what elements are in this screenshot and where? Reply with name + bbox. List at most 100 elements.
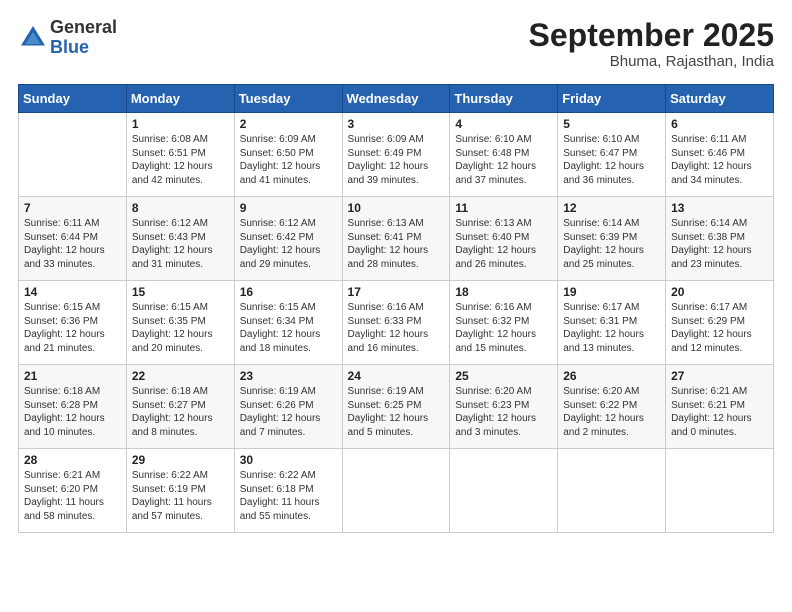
day-number: 20 <box>671 285 768 299</box>
calendar-cell: 24 Sunrise: 6:19 AM Sunset: 6:25 PM Dayli… <box>342 365 450 449</box>
calendar-cell: 10 Sunrise: 6:13 AM Sunset: 6:41 PM Dayli… <box>342 197 450 281</box>
calendar-title: September 2025 <box>529 18 774 53</box>
day-number: 8 <box>132 201 229 215</box>
calendar-cell <box>450 449 558 533</box>
calendar-cell <box>666 449 774 533</box>
day-number: 17 <box>348 285 445 299</box>
day-info: Sunrise: 6:19 AM Sunset: 6:25 PM Dayligh… <box>348 385 445 439</box>
week-row-5: 28 Sunrise: 6:21 AM Sunset: 6:20 PM Dayli… <box>19 449 774 533</box>
logo-text: General Blue <box>50 18 117 58</box>
calendar-cell: 17 Sunrise: 6:16 AM Sunset: 6:33 PM Dayli… <box>342 281 450 365</box>
day-number: 19 <box>563 285 660 299</box>
calendar-cell: 1 Sunrise: 6:08 AM Sunset: 6:51 PM Daylig… <box>126 113 234 197</box>
day-number: 11 <box>455 201 552 215</box>
calendar-cell: 25Sunrise: 6:20 AM Sunset: 6:23 PM Dayli… <box>450 365 558 449</box>
day-number: 18 <box>455 285 552 299</box>
calendar-cell: 14Sunrise: 6:15 AM Sunset: 6:36 PM Dayli… <box>19 281 127 365</box>
calendar-cell: 3Sunrise: 6:09 AM Sunset: 6:49 PM Daylig… <box>342 113 450 197</box>
calendar-cell: 28 Sunrise: 6:21 AM Sunset: 6:20 PM Dayli… <box>19 449 127 533</box>
day-number: 5 <box>563 117 660 131</box>
header-day-wednesday: Wednesday <box>342 85 450 113</box>
header-day-saturday: Saturday <box>666 85 774 113</box>
calendar-cell: 11 Sunrise: 6:13 AM Sunset: 6:40 PM Dayli… <box>450 197 558 281</box>
header-row: SundayMondayTuesdayWednesdayThursdayFrid… <box>19 85 774 113</box>
calendar-cell: 6 Sunrise: 6:11 AM Sunset: 6:46 PM Daylig… <box>666 113 774 197</box>
day-number: 15 <box>132 285 229 299</box>
day-info: Sunrise: 6:09 AM Sunset: 6:49 PM Dayligh… <box>348 133 445 187</box>
calendar-cell: 8 Sunrise: 6:12 AM Sunset: 6:43 PM Daylig… <box>126 197 234 281</box>
calendar-cell: 27 Sunrise: 6:21 AM Sunset: 6:21 PM Dayli… <box>666 365 774 449</box>
day-info: Sunrise: 6:12 AM Sunset: 6:43 PM Dayligh… <box>132 217 229 271</box>
calendar-cell: 4 Sunrise: 6:10 AM Sunset: 6:48 PM Daylig… <box>450 113 558 197</box>
day-info: Sunrise: 6:12 AM Sunset: 6:42 PM Dayligh… <box>240 217 337 271</box>
header-day-tuesday: Tuesday <box>234 85 342 113</box>
calendar-cell <box>19 113 127 197</box>
day-number: 4 <box>455 117 552 131</box>
week-row-1: 1 Sunrise: 6:08 AM Sunset: 6:51 PM Daylig… <box>19 113 774 197</box>
day-info: Sunrise: 6:13 AM Sunset: 6:40 PM Dayligh… <box>455 217 552 271</box>
logo: General Blue <box>18 18 117 58</box>
title-block: September 2025 Bhuma, Rajasthan, India <box>529 18 774 70</box>
calendar-header: SundayMondayTuesdayWednesdayThursdayFrid… <box>19 85 774 113</box>
day-info: Sunrise: 6:13 AM Sunset: 6:41 PM Dayligh… <box>348 217 445 271</box>
week-row-4: 21 Sunrise: 6:18 AM Sunset: 6:28 PM Dayli… <box>19 365 774 449</box>
calendar-cell: 29 Sunrise: 6:22 AM Sunset: 6:19 PM Dayli… <box>126 449 234 533</box>
day-info: Sunrise: 6:22 AM Sunset: 6:18 PM Dayligh… <box>240 469 337 523</box>
header: General Blue September 2025 Bhuma, Rajas… <box>18 18 774 70</box>
day-number: 29 <box>132 453 229 467</box>
day-number: 1 <box>132 117 229 131</box>
header-day-friday: Friday <box>558 85 666 113</box>
day-info: Sunrise: 6:16 AM Sunset: 6:32 PM Dayligh… <box>455 301 552 355</box>
calendar-cell: 21 Sunrise: 6:18 AM Sunset: 6:28 PM Dayli… <box>19 365 127 449</box>
day-info: Sunrise: 6:15 AM Sunset: 6:35 PM Dayligh… <box>132 301 229 355</box>
calendar-cell: 26Sunrise: 6:20 AM Sunset: 6:22 PM Dayli… <box>558 365 666 449</box>
calendar-cell: 23Sunrise: 6:19 AM Sunset: 6:26 PM Dayli… <box>234 365 342 449</box>
calendar-cell: 12 Sunrise: 6:14 AM Sunset: 6:39 PM Dayli… <box>558 197 666 281</box>
day-number: 10 <box>348 201 445 215</box>
day-number: 27 <box>671 369 768 383</box>
day-number: 28 <box>24 453 121 467</box>
day-info: Sunrise: 6:14 AM Sunset: 6:38 PM Dayligh… <box>671 217 768 271</box>
day-info: Sunrise: 6:16 AM Sunset: 6:33 PM Dayligh… <box>348 301 445 355</box>
week-row-2: 7Sunrise: 6:11 AM Sunset: 6:44 PM Daylig… <box>19 197 774 281</box>
calendar-cell: 2Sunrise: 6:09 AM Sunset: 6:50 PM Daylig… <box>234 113 342 197</box>
day-number: 24 <box>348 369 445 383</box>
day-info: Sunrise: 6:20 AM Sunset: 6:22 PM Dayligh… <box>563 385 660 439</box>
day-info: Sunrise: 6:22 AM Sunset: 6:19 PM Dayligh… <box>132 469 229 523</box>
calendar-cell: 5 Sunrise: 6:10 AM Sunset: 6:47 PM Daylig… <box>558 113 666 197</box>
header-day-monday: Monday <box>126 85 234 113</box>
day-number: 16 <box>240 285 337 299</box>
day-number: 12 <box>563 201 660 215</box>
header-day-thursday: Thursday <box>450 85 558 113</box>
calendar-cell: 22Sunrise: 6:18 AM Sunset: 6:27 PM Dayli… <box>126 365 234 449</box>
day-info: Sunrise: 6:21 AM Sunset: 6:21 PM Dayligh… <box>671 385 768 439</box>
day-number: 13 <box>671 201 768 215</box>
day-number: 2 <box>240 117 337 131</box>
day-info: Sunrise: 6:15 AM Sunset: 6:36 PM Dayligh… <box>24 301 121 355</box>
day-number: 6 <box>671 117 768 131</box>
calendar-cell: 9Sunrise: 6:12 AM Sunset: 6:42 PM Daylig… <box>234 197 342 281</box>
day-info: Sunrise: 6:19 AM Sunset: 6:26 PM Dayligh… <box>240 385 337 439</box>
day-info: Sunrise: 6:20 AM Sunset: 6:23 PM Dayligh… <box>455 385 552 439</box>
calendar-cell: 19 Sunrise: 6:17 AM Sunset: 6:31 PM Dayli… <box>558 281 666 365</box>
day-info: Sunrise: 6:11 AM Sunset: 6:46 PM Dayligh… <box>671 133 768 187</box>
day-info: Sunrise: 6:17 AM Sunset: 6:31 PM Dayligh… <box>563 301 660 355</box>
calendar-cell <box>558 449 666 533</box>
day-info: Sunrise: 6:17 AM Sunset: 6:29 PM Dayligh… <box>671 301 768 355</box>
calendar-table: SundayMondayTuesdayWednesdayThursdayFrid… <box>18 84 774 533</box>
day-info: Sunrise: 6:18 AM Sunset: 6:28 PM Dayligh… <box>24 385 121 439</box>
day-info: Sunrise: 6:21 AM Sunset: 6:20 PM Dayligh… <box>24 469 121 523</box>
calendar-subtitle: Bhuma, Rajasthan, India <box>529 53 774 70</box>
day-number: 22 <box>132 369 229 383</box>
calendar-cell: 18 Sunrise: 6:16 AM Sunset: 6:32 PM Dayli… <box>450 281 558 365</box>
day-number: 30 <box>240 453 337 467</box>
calendar-cell <box>342 449 450 533</box>
logo-blue: Blue <box>50 38 117 58</box>
page: General Blue September 2025 Bhuma, Rajas… <box>0 0 792 612</box>
day-number: 21 <box>24 369 121 383</box>
day-info: Sunrise: 6:10 AM Sunset: 6:47 PM Dayligh… <box>563 133 660 187</box>
day-info: Sunrise: 6:10 AM Sunset: 6:48 PM Dayligh… <box>455 133 552 187</box>
day-info: Sunrise: 6:08 AM Sunset: 6:51 PM Dayligh… <box>132 133 229 187</box>
day-info: Sunrise: 6:14 AM Sunset: 6:39 PM Dayligh… <box>563 217 660 271</box>
calendar-cell: 16Sunrise: 6:15 AM Sunset: 6:34 PM Dayli… <box>234 281 342 365</box>
